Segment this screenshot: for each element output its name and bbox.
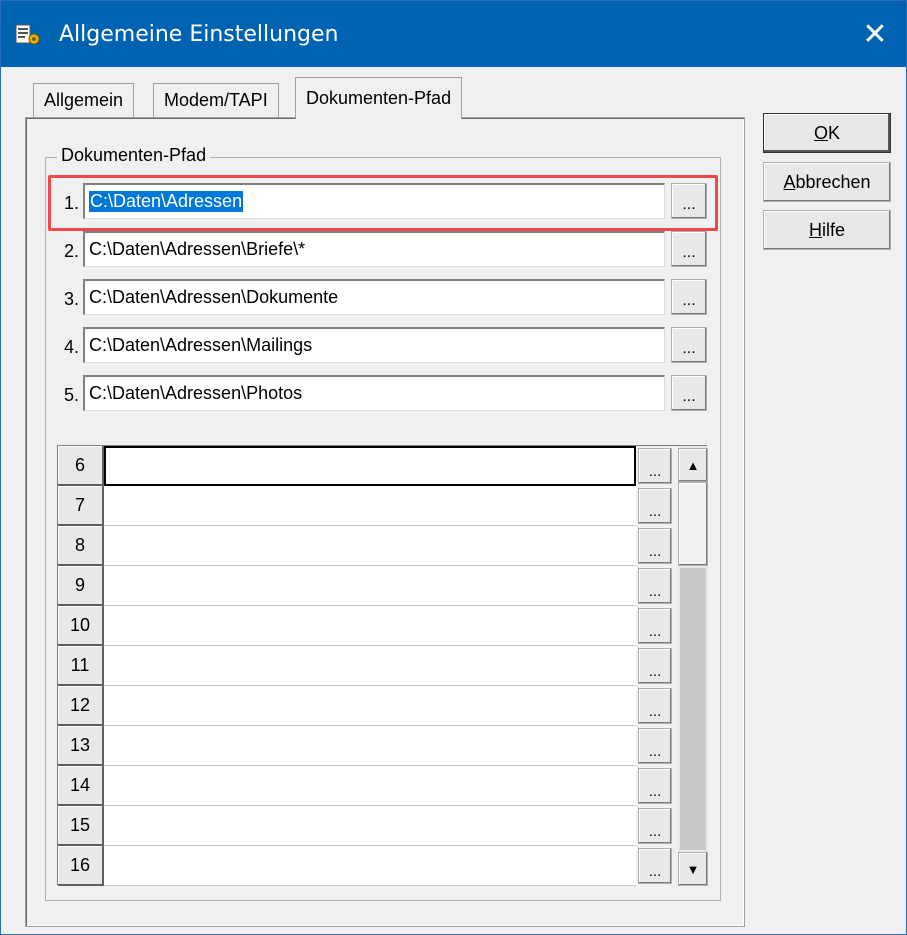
grid-cell[interactable] xyxy=(104,646,636,686)
groupbox-label: Dokumenten-Pfad xyxy=(57,145,211,166)
grid-row-header: 6 xyxy=(58,446,104,486)
title-bar[interactable]: Allgemeine Einstellungen ✕ xyxy=(1,1,906,67)
browse-button-2[interactable]: ... xyxy=(671,231,707,267)
grid-row: 15 ... xyxy=(58,806,678,846)
path-grid: 6 ... 7 ... 8 ... 9 ... 10 ... 11 ... 12… xyxy=(57,445,708,886)
path-input-4[interactable]: C:\Daten\Adressen\Mailings xyxy=(83,327,665,363)
grid-row-header: 9 xyxy=(58,566,104,606)
grid-browse-button[interactable]: ... xyxy=(638,688,672,724)
grid-row-header: 7 xyxy=(58,486,104,526)
path-input-3[interactable]: C:\Daten\Adressen\Dokumente xyxy=(83,279,665,315)
grid-row: 7 ... xyxy=(58,486,678,526)
grid-browse-button[interactable]: ... xyxy=(638,728,672,764)
grid-browse-button[interactable]: ... xyxy=(638,608,672,644)
close-icon[interactable]: ✕ xyxy=(844,1,906,67)
grid-cell[interactable] xyxy=(104,446,636,486)
selection-highlight-box xyxy=(48,175,718,231)
grid-cell[interactable] xyxy=(104,846,636,886)
scroll-down-arrow-icon[interactable]: ▼ xyxy=(678,852,708,886)
grid-browse-button[interactable]: ... xyxy=(638,648,672,684)
grid-browse-button[interactable]: ... xyxy=(638,848,672,884)
grid-row: 12 ... xyxy=(58,686,678,726)
path-input-2[interactable]: C:\Daten\Adressen\Briefe\* xyxy=(83,231,665,267)
ok-button[interactable]: OK xyxy=(763,113,891,153)
grid-row-header: 16 xyxy=(58,846,104,886)
grid-row: 11 ... xyxy=(58,646,678,686)
grid-row: 10 ... xyxy=(58,606,678,646)
cancel-button-label: bbrechen xyxy=(795,171,871,192)
grid-row-header: 10 xyxy=(58,606,104,646)
grid-cell[interactable] xyxy=(104,566,636,606)
path-number-3: 3. xyxy=(63,289,79,309)
help-button[interactable]: Hilfe xyxy=(763,210,891,250)
help-button-mnemonic: H xyxy=(808,219,822,240)
scroll-track[interactable] xyxy=(680,568,706,850)
tab-modem-tapi[interactable]: Modem/TAPI xyxy=(153,83,279,117)
grid-row: 9 ... xyxy=(58,566,678,606)
grid-cell[interactable] xyxy=(104,726,636,766)
tab-dokumenten-pfad[interactable]: Dokumenten-Pfad xyxy=(295,77,463,119)
grid-row-header: 12 xyxy=(58,686,104,726)
path-number-2: 2. xyxy=(63,241,79,261)
ok-button-label: K xyxy=(828,122,841,143)
grid-browse-button[interactable]: ... xyxy=(638,448,672,484)
grid-cell[interactable] xyxy=(104,806,636,846)
grid-browse-button[interactable]: ... xyxy=(638,768,672,804)
cancel-button-mnemonic: A xyxy=(783,171,796,192)
tab-allgemein[interactable]: Allgemein xyxy=(33,83,135,117)
path-input-5[interactable]: C:\Daten\Adressen\Photos xyxy=(83,375,665,411)
ok-button-mnemonic: O xyxy=(813,122,828,143)
grid-browse-button[interactable]: ... xyxy=(638,808,672,844)
grid-browse-button[interactable]: ... xyxy=(638,568,672,604)
address-book-icon xyxy=(15,24,40,45)
grid-row: 13 ... xyxy=(58,726,678,766)
grid-cell[interactable] xyxy=(104,486,636,526)
browse-button-4[interactable]: ... xyxy=(671,327,707,363)
browse-button-5[interactable]: ... xyxy=(671,375,707,411)
grid-row-header: 15 xyxy=(58,806,104,846)
grid-cell[interactable] xyxy=(104,766,636,806)
grid-row: 16 ... xyxy=(58,846,678,886)
window-title: Allgemeine Einstellungen xyxy=(59,22,339,47)
scroll-thumb[interactable] xyxy=(678,482,708,566)
settings-dialog: Allgemeine Einstellungen ✕ Allgemein Mod… xyxy=(0,0,907,935)
grid-cell[interactable] xyxy=(104,606,636,646)
help-button-label: ilfe xyxy=(821,219,845,240)
grid-row-header: 14 xyxy=(58,766,104,806)
path-number-5: 5. xyxy=(63,385,79,405)
grid-row-header: 11 xyxy=(58,646,104,686)
grid-cell[interactable] xyxy=(104,526,636,566)
browse-button-3[interactable]: ... xyxy=(671,279,707,315)
path-number-4: 4. xyxy=(63,337,79,357)
grid-row-header: 8 xyxy=(58,526,104,566)
grid-browse-button[interactable]: ... xyxy=(638,528,672,564)
grid-row-header: 13 xyxy=(58,726,104,766)
grid-row: 14 ... xyxy=(58,766,678,806)
cancel-button[interactable]: Abbrechen xyxy=(763,162,891,202)
grid-row: 8 ... xyxy=(58,526,678,566)
grid-row: 6 ... xyxy=(58,446,678,486)
grid-scrollbar[interactable]: ▲ ▼ xyxy=(678,446,708,886)
scroll-up-arrow-icon[interactable]: ▲ xyxy=(678,448,708,482)
grid-browse-button[interactable]: ... xyxy=(638,488,672,524)
grid-cell[interactable] xyxy=(104,686,636,726)
